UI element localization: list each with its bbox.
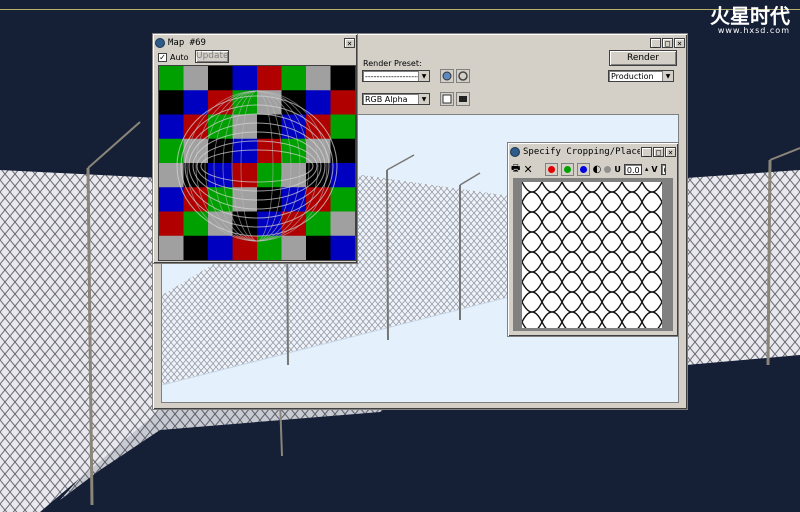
checker-cell (306, 90, 331, 115)
mono-icon[interactable] (604, 165, 612, 173)
red-channel-button[interactable] (544, 162, 558, 176)
checker-cell (232, 163, 258, 188)
checker-cell (281, 235, 307, 260)
checker-cell (330, 211, 355, 237)
checker-cell (306, 114, 331, 140)
maximize-button[interactable]: □ (653, 147, 664, 157)
checker-preview (159, 66, 355, 260)
checker-cell (306, 235, 331, 260)
checker-cell (159, 211, 184, 237)
checker-cell (330, 114, 355, 140)
green-dot-icon (563, 165, 571, 173)
fence-post-arm (87, 121, 141, 169)
render-button[interactable]: Render (609, 50, 677, 66)
minimize-button[interactable]: _ (650, 38, 661, 48)
u-spinner-icon[interactable]: ▴ (645, 165, 649, 173)
production-select[interactable]: Production ▼ (608, 70, 674, 82)
v-field[interactable]: 0 (660, 163, 666, 175)
crop-toolbar: 🖶 ✕ ◐ U 0.0 ▴ V 0 (511, 161, 675, 177)
render-preset-label: Render Preset: (363, 59, 422, 68)
map-window[interactable]: Map #69 × ✓ Auto Update (152, 33, 358, 264)
checker-cell (208, 235, 233, 260)
chevron-down-icon: ▼ (418, 94, 429, 104)
checker-cell (306, 66, 331, 91)
checker-cell (159, 235, 184, 260)
checker-cell (257, 66, 282, 91)
crop-texture (522, 182, 662, 328)
checker-cell (159, 163, 184, 188)
fence-left (0, 170, 160, 512)
checker-cell (183, 211, 209, 237)
map-window-title: Map #69 (168, 38, 206, 48)
crop-image-area[interactable] (513, 178, 673, 331)
blue-channel-button[interactable] (576, 162, 590, 176)
fence-post (766, 159, 772, 366)
checker-cell (183, 66, 209, 91)
alpha-icon[interactable]: ◐ (593, 164, 602, 175)
checker-cell (330, 187, 355, 212)
checker-cell (330, 138, 355, 164)
environment-icon[interactable] (440, 69, 454, 83)
u-field[interactable]: 0.0 (623, 163, 642, 175)
render-preset-select[interactable]: -------------------- ▼ (362, 70, 430, 82)
maximize-button[interactable]: □ (662, 38, 673, 48)
auto-checkbox[interactable]: ✓ (158, 53, 167, 62)
u-label: U (614, 164, 621, 174)
logo-url: www.hxsd.com (717, 26, 790, 35)
site-logo: 火星时代 www.hxsd.com (710, 6, 790, 35)
checker-cell (159, 114, 184, 140)
crop-window[interactable]: Specify Cropping/Placem _ □ × 🖶 ✕ ◐ U 0.… (507, 142, 679, 337)
channel-value: RGB Alpha (365, 95, 408, 104)
map-preview (158, 65, 356, 261)
render-preset-value: -------------------- (365, 72, 423, 81)
chain-link-texture (522, 182, 662, 328)
channel-select[interactable]: RGB Alpha ▼ (362, 93, 430, 105)
checker-cell (330, 90, 355, 115)
auto-label: Auto (170, 53, 189, 62)
update-button[interactable]: Update (195, 50, 229, 63)
effects-icon[interactable] (456, 69, 470, 83)
v-label: V (651, 164, 658, 174)
checker-cell (330, 66, 355, 91)
close-icon[interactable]: ✕ (523, 163, 532, 176)
green-channel-button[interactable] (560, 162, 574, 176)
map-window-titlebar[interactable]: Map #69 × (155, 36, 355, 50)
app-icon (155, 38, 165, 48)
crop-window-title: Specify Cropping/Placem (523, 147, 640, 157)
checker-cell (159, 90, 184, 115)
close-button[interactable]: × (674, 38, 685, 48)
checker-cell (159, 138, 184, 164)
checker-cell (257, 163, 282, 188)
checker-cell (183, 90, 209, 115)
mono-channel-icon[interactable] (440, 92, 454, 106)
fence-post-arm (769, 147, 800, 161)
production-value: Production (611, 72, 654, 81)
app-icon (510, 147, 520, 157)
close-button[interactable]: × (665, 147, 676, 157)
logo-text: 火星时代 (710, 4, 790, 28)
checker-cell (159, 66, 184, 91)
minimize-button[interactable]: _ (641, 147, 652, 157)
red-dot-icon (547, 165, 555, 173)
checker-cell (330, 235, 355, 260)
close-button[interactable]: × (344, 38, 355, 48)
checker-cell (183, 235, 209, 260)
chevron-down-icon: ▼ (662, 71, 673, 81)
checker-cell (232, 66, 258, 91)
viewport-top-line (0, 9, 800, 10)
fence-right (686, 170, 800, 365)
printer-icon[interactable]: 🖶 (511, 161, 520, 178)
checker-cell (208, 66, 233, 91)
checker-cell (281, 66, 307, 91)
blue-dot-icon (579, 165, 587, 173)
clear-icon[interactable] (456, 92, 470, 106)
crop-window-titlebar[interactable]: Specify Cropping/Placem _ □ × (510, 145, 676, 159)
chevron-down-icon: ▼ (418, 71, 429, 81)
checker-cell (159, 187, 184, 212)
